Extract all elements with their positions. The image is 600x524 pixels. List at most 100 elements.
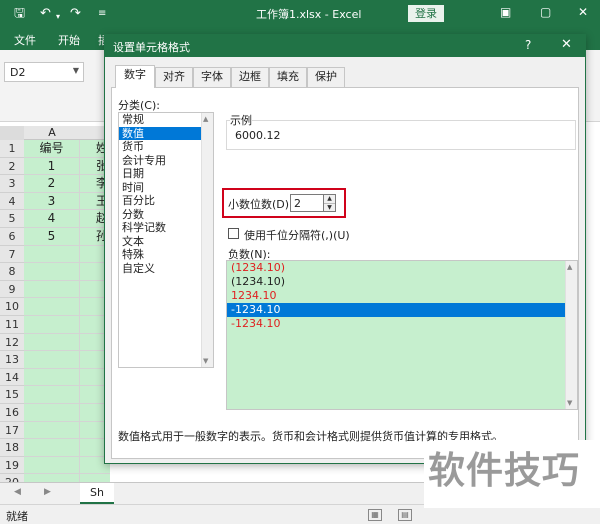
thousands-separator-checkbox[interactable] xyxy=(228,228,239,239)
category-scrollbar[interactable]: ▲ ▼ xyxy=(201,113,213,367)
cell-a[interactable] xyxy=(24,298,80,316)
negative-format-item[interactable]: -1234.10 xyxy=(227,317,577,331)
row-header[interactable]: 8 xyxy=(0,263,24,281)
category-item[interactable]: 会计专用 xyxy=(119,154,213,168)
cell-a[interactable]: 2 xyxy=(24,175,80,193)
tab-font[interactable]: 字体 xyxy=(193,67,231,87)
scroll-up-icon[interactable]: ▲ xyxy=(203,115,208,123)
undo-icon[interactable]: ↶ xyxy=(40,6,51,22)
category-item[interactable]: 文本 xyxy=(119,235,213,249)
name-box[interactable]: D2 ▼ xyxy=(4,62,84,82)
normal-view-icon[interactable]: ▦ xyxy=(368,509,382,521)
sample-label: 示例 xyxy=(230,112,252,128)
undo-dropdown-icon[interactable]: ▾ xyxy=(56,9,60,25)
row-header[interactable]: 17 xyxy=(0,421,24,440)
table-row: 65孙 xyxy=(0,227,110,246)
cell-a[interactable] xyxy=(24,245,80,264)
row-header[interactable]: 2 xyxy=(0,157,24,176)
cell-a[interactable] xyxy=(24,456,80,475)
row-header[interactable]: 4 xyxy=(0,192,24,211)
column-header-a[interactable]: A xyxy=(24,126,80,140)
category-item[interactable]: 科学记数 xyxy=(119,221,213,235)
category-item[interactable]: 自定义 xyxy=(119,262,213,276)
category-item[interactable]: 常规 xyxy=(119,113,213,127)
table-row: 12 xyxy=(0,333,110,352)
row-header[interactable]: 5 xyxy=(0,210,24,228)
category-item[interactable]: 特殊 xyxy=(119,248,213,262)
cell-a[interactable]: 1 xyxy=(24,157,80,176)
cell-a[interactable]: 5 xyxy=(24,227,80,246)
scroll-down-icon[interactable]: ▼ xyxy=(567,399,572,407)
scroll-right-icon[interactable]: ▶ xyxy=(44,487,51,497)
negative-numbers-list[interactable]: (1234.10) (1234.10) 1234.10 -1234.10 -1234.1… xyxy=(226,260,578,410)
row-header[interactable]: 10 xyxy=(0,298,24,316)
negative-format-item[interactable]: -1234.10 xyxy=(227,303,577,317)
sample-value: 6000.12 xyxy=(235,129,281,142)
cell-a[interactable]: 3 xyxy=(24,192,80,211)
row-header[interactable]: 7 xyxy=(0,245,24,264)
category-item[interactable]: 日期 xyxy=(119,167,213,181)
tab-fill[interactable]: 填充 xyxy=(269,67,307,87)
chevron-down-icon[interactable]: ▼ xyxy=(73,66,79,75)
category-item[interactable]: 百分比 xyxy=(119,194,213,208)
ribbon-tab-file[interactable]: 文件 xyxy=(14,32,36,48)
category-item[interactable]: 货币 xyxy=(119,140,213,154)
scroll-left-icon[interactable]: ◀ xyxy=(14,487,21,497)
cell-a[interactable] xyxy=(24,439,80,457)
row-header[interactable]: 6 xyxy=(0,227,24,246)
negative-format-item[interactable]: (1234.10) xyxy=(227,275,577,289)
category-list[interactable]: 常规 数值 货币 会计专用 日期 时间 百分比 分数 科学记数 文本 特殊 自定义 ▲ ▼ xyxy=(118,112,214,368)
page-layout-icon[interactable]: ▤ xyxy=(398,509,412,521)
scroll-up-icon[interactable]: ▲ xyxy=(567,263,572,271)
row-header[interactable]: 9 xyxy=(0,280,24,299)
cell-a[interactable] xyxy=(24,333,80,352)
ribbon-options-icon[interactable]: ▣ xyxy=(500,5,511,19)
sheet-tab[interactable]: Sh xyxy=(80,483,114,504)
save-icon[interactable]: 🖫 xyxy=(14,6,25,22)
cell-a[interactable] xyxy=(24,351,80,369)
highlight-box xyxy=(222,188,346,218)
negative-scrollbar[interactable]: ▲ ▼ xyxy=(565,261,577,409)
category-item[interactable]: 分数 xyxy=(119,208,213,222)
row-header[interactable]: 15 xyxy=(0,386,24,404)
close-icon[interactable]: ✕ xyxy=(561,37,572,52)
negative-format-item[interactable]: 1234.10 xyxy=(227,289,577,303)
cell-a[interactable]: 编号 xyxy=(24,140,80,158)
row-header[interactable]: 19 xyxy=(0,456,24,475)
row-header[interactable]: 16 xyxy=(0,403,24,422)
tab-alignment[interactable]: 对齐 xyxy=(155,67,193,87)
ribbon-tab-home[interactable]: 开始 xyxy=(58,32,80,48)
select-all-corner[interactable] xyxy=(0,126,24,140)
dialog-title: 设置单元格格式 xyxy=(113,41,190,54)
negative-format-item[interactable]: (1234.10) xyxy=(227,261,577,275)
scroll-down-icon[interactable]: ▼ xyxy=(203,357,208,365)
tab-number[interactable]: 数字 xyxy=(115,65,155,88)
row-header[interactable]: 3 xyxy=(0,175,24,193)
login-button[interactable]: 登录 xyxy=(408,5,444,22)
cell-a[interactable] xyxy=(24,368,80,387)
table-row: 14 xyxy=(0,368,110,387)
cell-a[interactable] xyxy=(24,386,80,404)
row-header[interactable]: 18 xyxy=(0,439,24,457)
cell-a[interactable] xyxy=(24,315,80,334)
number-tab-panel: 分类(C): 常规 数值 货币 会计专用 日期 时间 百分比 分数 科学记数 文本 特殊 自定义 ▲ … xyxy=(111,87,579,459)
cell-a[interactable]: 4 xyxy=(24,210,80,228)
row-header[interactable]: 1 xyxy=(0,140,24,158)
row-header[interactable]: 12 xyxy=(0,333,24,352)
cell-a[interactable] xyxy=(24,403,80,422)
row-header[interactable]: 13 xyxy=(0,351,24,369)
window-close-icon[interactable]: ✕ xyxy=(578,5,588,19)
redo-icon[interactable]: ↷ xyxy=(70,6,81,22)
cell-a[interactable] xyxy=(24,421,80,440)
category-item[interactable]: 数值 xyxy=(119,126,213,140)
category-item[interactable]: 时间 xyxy=(119,181,213,195)
customize-toolbar-icon[interactable]: ≡ xyxy=(98,6,106,22)
cell-a[interactable] xyxy=(24,263,80,281)
tab-protection[interactable]: 保护 xyxy=(307,67,345,87)
row-header[interactable]: 11 xyxy=(0,315,24,334)
row-header[interactable]: 14 xyxy=(0,368,24,387)
help-icon[interactable]: ? xyxy=(525,38,531,52)
restore-icon[interactable]: ▢ xyxy=(540,5,551,19)
tab-border[interactable]: 边框 xyxy=(231,67,269,87)
cell-a[interactable] xyxy=(24,280,80,299)
